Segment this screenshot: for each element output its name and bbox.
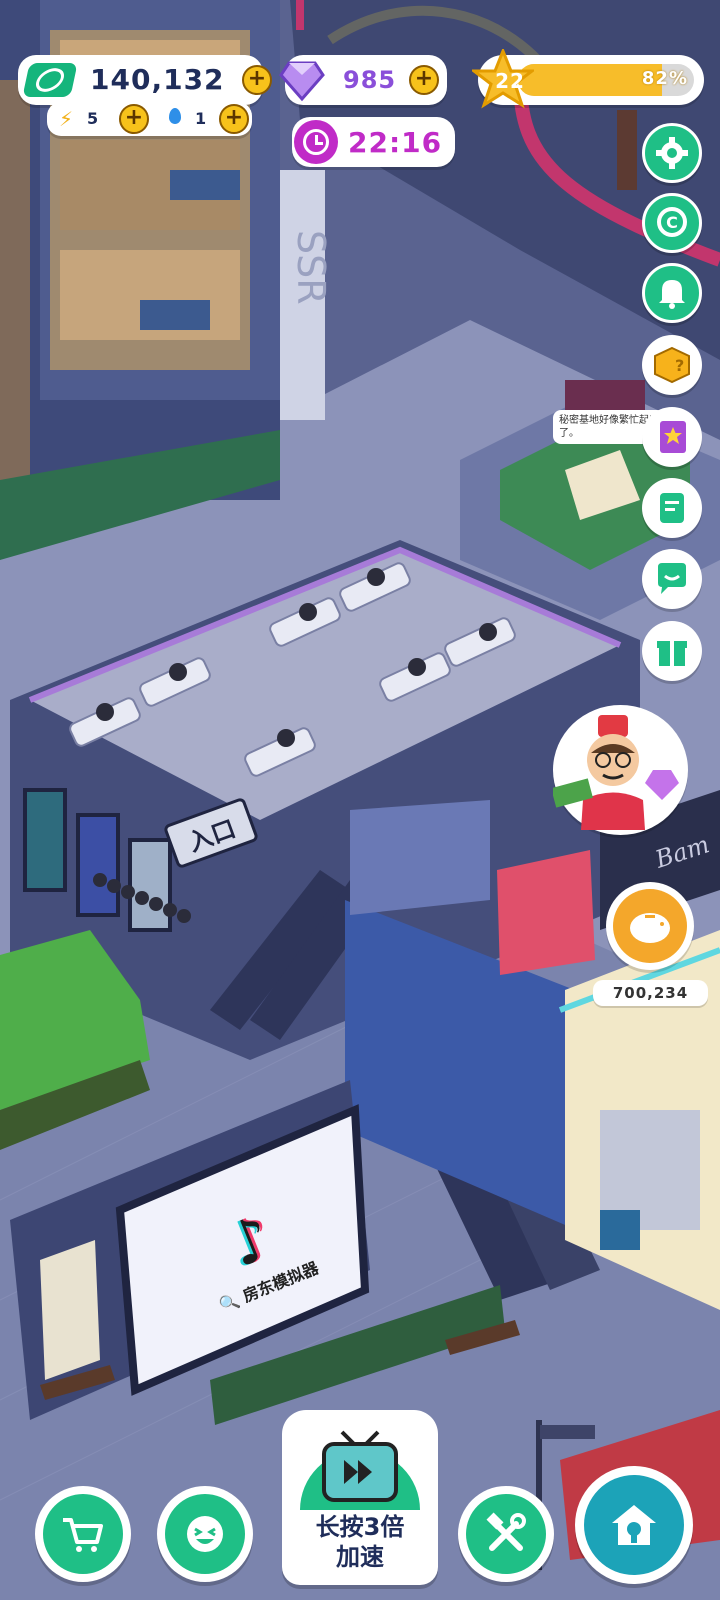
piggy-bank-amount-box: 700,234 [593, 980, 708, 1006]
notifications-button[interactable] [642, 263, 702, 323]
svg-text:C: C [666, 213, 678, 232]
energy-icon: ⚡ [59, 107, 74, 131]
timer-value: 22:16 [348, 126, 443, 159]
bell-icon [659, 280, 685, 309]
clock-icon [294, 120, 338, 164]
notes-icon [660, 493, 684, 523]
cash-add-button[interactable]: + [242, 65, 272, 95]
gear-icon [656, 137, 688, 169]
speed-up-label-line1: 长按3倍 [315, 1513, 405, 1541]
speed-up-button[interactable]: 长按3倍 加速 [282, 1410, 438, 1585]
piggy-bank-icon [630, 913, 670, 943]
gift-button[interactable] [642, 621, 702, 681]
xp-bar-fill [518, 64, 663, 96]
mystery-box-button[interactable]: ? [642, 335, 702, 395]
chat-icon [658, 563, 686, 594]
notes-button[interactable] [642, 478, 702, 538]
level-value: 22 [495, 69, 525, 93]
mystery-box-icon: ? [654, 346, 690, 384]
water-value: 1 [195, 109, 208, 128]
resources-bar: ⚡ 5 + 1 + [47, 102, 252, 136]
tools-button[interactable] [458, 1486, 554, 1582]
piggy-bank-amount: 700,234 [612, 984, 689, 1002]
xp-percent: 82% [641, 68, 688, 89]
gem-icon [279, 61, 325, 102]
build-button[interactable] [575, 1466, 693, 1584]
landlord-character-icon [551, 715, 679, 830]
house-wrench-icon [612, 1505, 656, 1545]
gem-value: 985 [343, 66, 397, 94]
shop-button[interactable] [35, 1486, 131, 1582]
search-icon: 🔍 [216, 1290, 242, 1316]
landlord-character-button[interactable] [551, 705, 688, 835]
coin-exchange-button[interactable]: C [642, 193, 702, 253]
timer: 22:16 [292, 117, 455, 167]
cash-value: 140,132 [90, 63, 225, 96]
svg-text:SSR: SSR [289, 230, 333, 305]
water-drop-icon [169, 108, 181, 124]
gem-counter: 985 + [279, 55, 447, 105]
hammer-wrench-icon [486, 1512, 526, 1551]
tv-fast-forward-icon [300, 1430, 420, 1510]
emoji-button[interactable] [157, 1486, 253, 1582]
speed-up-label-line2: 加速 [336, 1543, 384, 1571]
cash-icon [22, 63, 78, 97]
level-progress: 82% 22 [472, 49, 704, 109]
gift-icon [657, 641, 687, 666]
energy-add-button[interactable]: + [119, 104, 149, 134]
energy-value: 5 [87, 109, 100, 128]
svg-text:?: ? [675, 356, 684, 375]
messages-button[interactable] [642, 549, 702, 609]
star-book-icon [660, 421, 686, 453]
coin-exchange-icon: C [657, 207, 687, 237]
settings-button[interactable] [642, 123, 702, 183]
gem-add-button[interactable]: + [409, 65, 439, 95]
star-book-button[interactable] [642, 407, 702, 467]
cash-counter: 140,132 + [18, 55, 272, 105]
piggy-bank-button[interactable] [606, 882, 694, 970]
shopping-cart-icon [63, 1518, 103, 1552]
laughing-face-icon [187, 1516, 223, 1552]
water-add-button[interactable]: + [219, 104, 249, 134]
